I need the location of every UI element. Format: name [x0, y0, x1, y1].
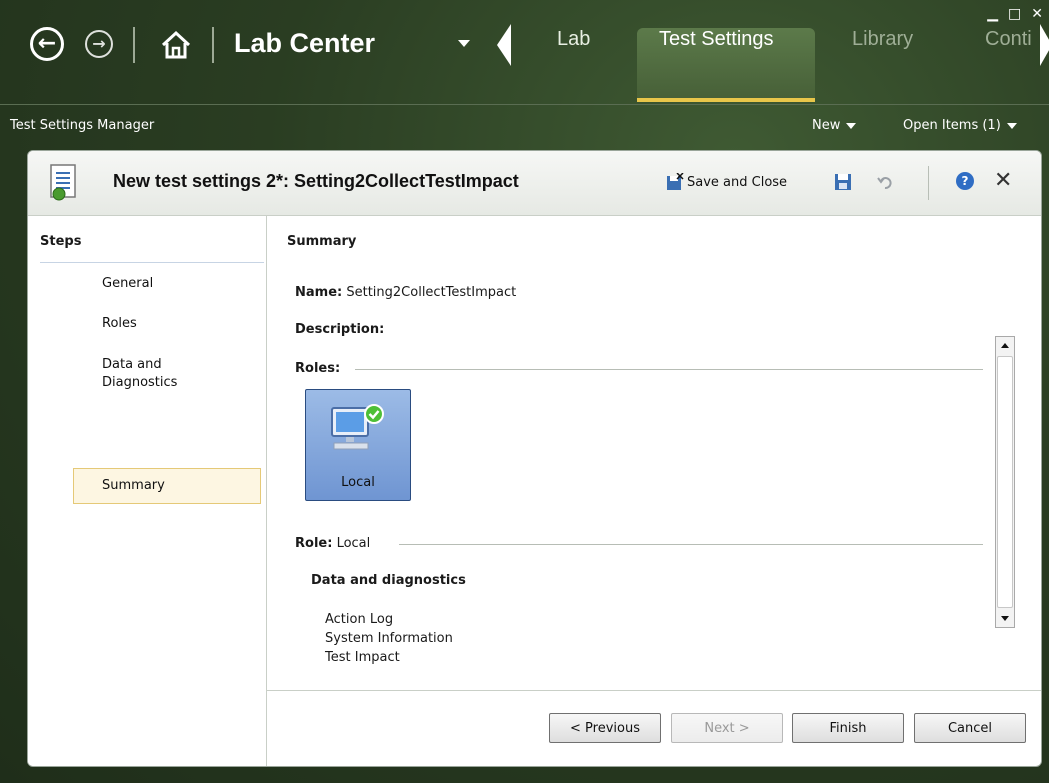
- step-data-and-diagnostics[interactable]: Data and Diagnostics: [102, 356, 212, 392]
- divider: [40, 262, 264, 263]
- name-label: Name:: [295, 285, 343, 300]
- data-diagnostics-list: Action Log System Information Test Impac…: [325, 610, 453, 667]
- divider: [355, 369, 983, 370]
- new-menu-button[interactable]: New: [812, 118, 857, 133]
- description-row: Description:: [295, 322, 384, 337]
- panel-title: New test settings 2*: Setting2CollectTes…: [113, 171, 519, 191]
- save-and-close-label: Save and Close: [687, 174, 788, 190]
- forward-arrow-icon[interactable]: →: [85, 30, 113, 58]
- cancel-button[interactable]: Cancel: [914, 713, 1026, 743]
- name-row: Name: Setting2CollectTestImpact: [295, 285, 516, 300]
- computer-icon: [331, 404, 384, 450]
- role-value: Local: [336, 536, 371, 551]
- step-summary[interactable]: Summary: [73, 468, 261, 504]
- maximize-icon[interactable]: □: [1008, 6, 1021, 22]
- tabs-scroll-left-icon[interactable]: [497, 24, 511, 66]
- document-icon: [50, 164, 76, 201]
- role-tile-label: Local: [341, 475, 375, 490]
- name-value: Setting2CollectTestImpact: [346, 285, 517, 300]
- roles-row: Roles:: [295, 361, 340, 376]
- back-arrow-icon[interactable]: ←: [30, 27, 64, 61]
- next-button[interactable]: Next >: [671, 713, 783, 743]
- scroll-up-icon[interactable]: [996, 337, 1014, 355]
- app-title: Lab Center: [234, 28, 376, 58]
- scroll-down-icon[interactable]: [996, 609, 1014, 627]
- summary-content: Summary Name: Setting2CollectTestImpact …: [267, 216, 1041, 766]
- app-dropdown-icon[interactable]: [458, 40, 470, 47]
- chevron-down-icon: [846, 122, 857, 129]
- divider: [212, 27, 214, 63]
- page-title: Test Settings Manager: [10, 118, 155, 133]
- active-tab-indicator: [637, 98, 815, 102]
- tab-lab[interactable]: Lab: [557, 28, 590, 51]
- list-item: Action Log: [325, 612, 394, 627]
- finish-button[interactable]: Finish: [792, 713, 904, 743]
- divider: [928, 166, 929, 200]
- roles-label: Roles:: [295, 361, 341, 376]
- tab-test-settings[interactable]: Test Settings: [659, 28, 774, 51]
- close-icon[interactable]: ✕: [994, 168, 1012, 193]
- scrollbar-thumb[interactable]: [997, 356, 1013, 608]
- previous-button[interactable]: < Previous: [549, 713, 661, 743]
- data-diagnostics-heading: Data and diagnostics: [311, 573, 466, 588]
- step-summary-label: Summary: [102, 478, 165, 493]
- steps-sidebar: Steps General Roles Data and Diagnostics…: [28, 216, 267, 766]
- divider: [267, 690, 1041, 691]
- home-icon[interactable]: [158, 27, 194, 63]
- save-and-close-button[interactable]: Save and Close: [666, 173, 787, 191]
- panel-header: New test settings 2*: Setting2CollectTes…: [28, 151, 1041, 216]
- undo-icon[interactable]: [876, 173, 894, 191]
- steps-heading: Steps: [40, 234, 82, 249]
- vertical-scrollbar[interactable]: [995, 336, 1015, 628]
- description-label: Description:: [295, 322, 385, 337]
- save-icon[interactable]: [834, 173, 852, 191]
- new-menu-label: New: [812, 118, 841, 133]
- test-settings-panel: New test settings 2*: Setting2CollectTes…: [27, 150, 1042, 767]
- sub-toolbar: Test Settings Manager New Open Items (1): [0, 104, 1049, 145]
- list-item: System Information: [325, 631, 453, 646]
- help-icon[interactable]: ?: [956, 172, 974, 190]
- chevron-down-icon: [1006, 122, 1017, 129]
- role-row: Role: Local: [295, 536, 370, 551]
- divider: [133, 27, 135, 63]
- top-navigation-bar: ▁ □ ✕ ← → Lab Center Lab Test Settings L…: [0, 0, 1049, 102]
- tabs-scroll-right-icon[interactable]: [1040, 24, 1049, 66]
- step-roles[interactable]: Roles: [102, 316, 137, 331]
- role-tile-local[interactable]: Local: [305, 389, 411, 501]
- window-controls: ▁ □ ✕: [987, 6, 1043, 22]
- divider: [399, 544, 983, 545]
- minimize-icon[interactable]: ▁: [987, 6, 998, 22]
- list-item: Test Impact: [325, 650, 400, 665]
- save-close-icon: [667, 173, 684, 190]
- summary-heading: Summary: [287, 234, 357, 249]
- tab-controls[interactable]: Conti: [985, 28, 1040, 51]
- role-label: Role:: [295, 536, 333, 551]
- close-window-icon[interactable]: ✕: [1031, 6, 1043, 22]
- open-items-menu-button[interactable]: Open Items (1): [903, 118, 1017, 133]
- tab-library[interactable]: Library: [852, 28, 913, 51]
- step-general[interactable]: General: [102, 276, 153, 291]
- open-items-label: Open Items (1): [903, 118, 1001, 133]
